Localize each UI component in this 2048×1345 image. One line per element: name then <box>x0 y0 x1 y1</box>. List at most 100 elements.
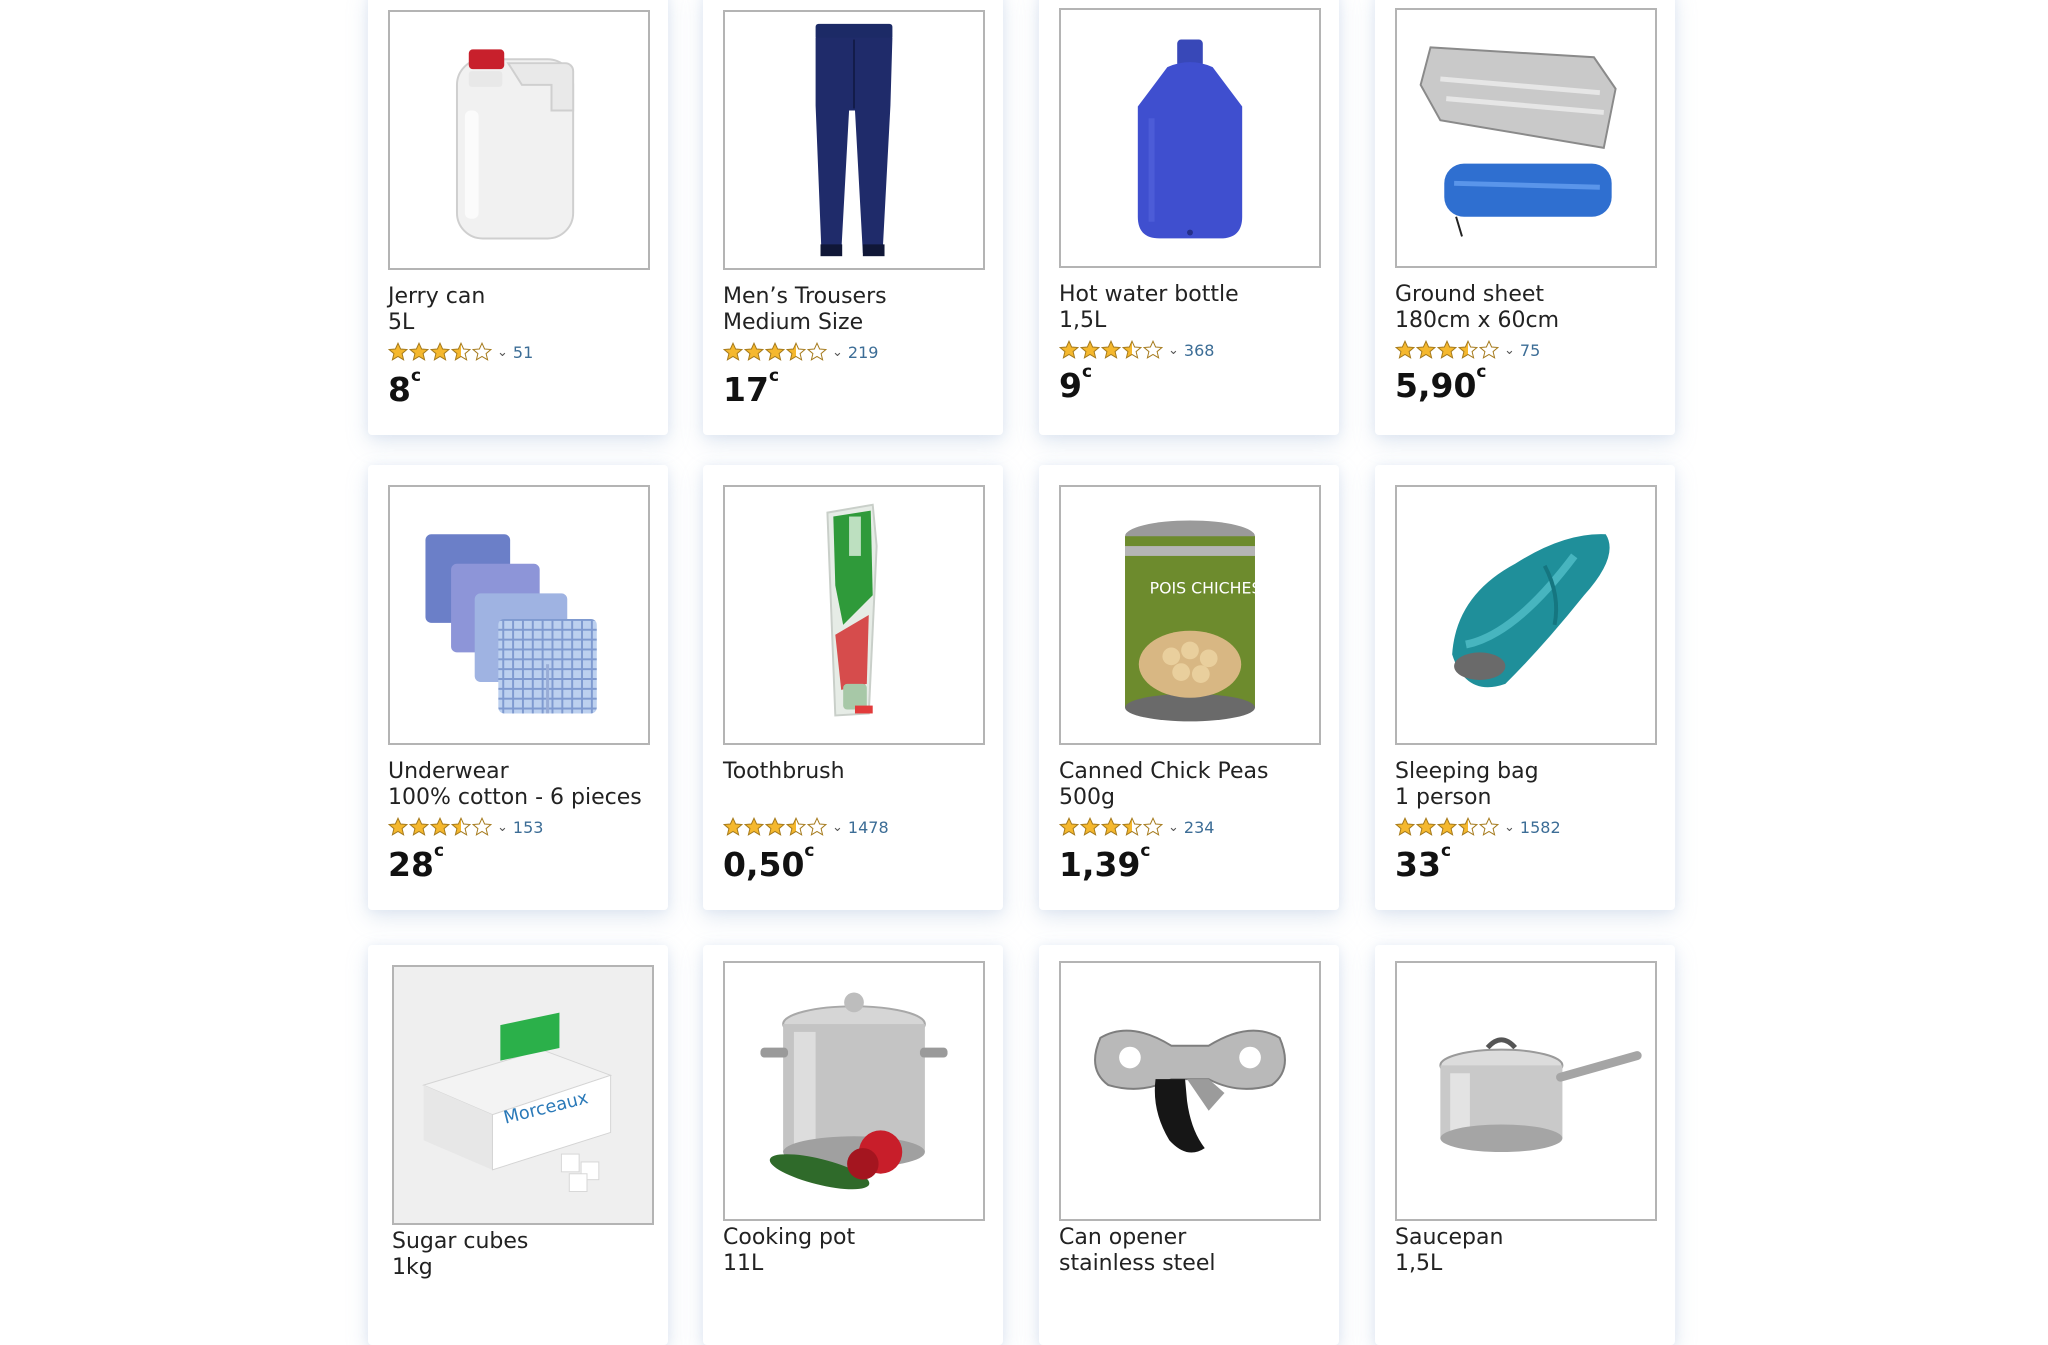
product-card[interactable]: POIS CHICHES Canned Chick Peas 500g ⌄ 23… <box>1039 465 1339 910</box>
price-currency: c <box>1081 362 1093 382</box>
product-image[interactable] <box>1059 8 1321 268</box>
product-title[interactable]: Hot water bottle 1,5L <box>1059 282 1339 334</box>
product-price: 1,39c <box>1059 841 1151 884</box>
review-count[interactable]: 75 <box>1520 341 1540 360</box>
price-currency: c <box>410 366 422 386</box>
product-rating[interactable]: ⌄ 368 <box>1059 338 1214 362</box>
chevron-down-icon: ⌄ <box>1504 342 1515 358</box>
price-value: 1,39 <box>1059 845 1141 884</box>
star-icon <box>1101 340 1121 359</box>
review-count[interactable]: 234 <box>1184 818 1215 837</box>
review-count[interactable]: 368 <box>1184 341 1215 360</box>
can-opener-icon <box>1094 1029 1286 1153</box>
star-icon <box>451 342 471 361</box>
product-title[interactable]: Jerry can 5L <box>388 284 668 336</box>
rating-stars <box>723 817 828 837</box>
product-image[interactable] <box>1395 485 1657 745</box>
product-rating[interactable]: ⌄ 75 <box>1395 338 1540 362</box>
product-title[interactable]: Saucepan 1,5L <box>1395 1225 1675 1277</box>
review-count[interactable]: 1582 <box>1520 818 1561 837</box>
product-image[interactable]: Morceaux <box>392 965 654 1225</box>
review-count[interactable]: 1478 <box>848 818 889 837</box>
product-card[interactable]: Underwear 100% cotton - 6 pieces ⌄ 153 2… <box>368 465 668 910</box>
product-image[interactable] <box>1395 961 1657 1221</box>
rating-stars <box>723 342 828 362</box>
star-icon <box>1416 817 1436 836</box>
hot-water-bottle-icon <box>1137 39 1243 239</box>
star-icon <box>409 342 429 361</box>
price-value: 33 <box>1395 845 1441 884</box>
product-card[interactable]: Cooking pot 11L <box>703 945 1003 1345</box>
product-card[interactable]: Hot water bottle 1,5L ⌄ 368 9c <box>1039 0 1339 435</box>
product-rating[interactable]: ⌄ 51 <box>388 340 533 364</box>
chevron-down-icon: ⌄ <box>832 819 843 835</box>
star-icon <box>472 342 492 361</box>
product-rating[interactable]: ⌄ 1582 <box>1395 815 1561 839</box>
product-card[interactable]: Toothbrush ⌄ 1478 0,50c <box>703 465 1003 910</box>
star-icon <box>1479 340 1499 359</box>
star-icon <box>451 817 471 836</box>
product-title[interactable]: Canned Chick Peas 500g <box>1059 759 1339 811</box>
star-icon <box>1059 817 1079 836</box>
star-icon <box>430 342 450 361</box>
star-icon <box>388 342 408 361</box>
rating-stars <box>388 342 493 362</box>
product-rating[interactable]: ⌄ 1478 <box>723 815 889 839</box>
product-card[interactable]: Sleeping bag 1 person ⌄ 1582 33c <box>1375 465 1675 910</box>
product-price: 17c <box>723 366 779 409</box>
product-title[interactable]: Sleeping bag 1 person <box>1395 759 1675 811</box>
product-price: 8c <box>388 366 421 409</box>
product-image[interactable] <box>388 485 650 745</box>
saucepan-icon <box>1439 1037 1642 1153</box>
product-image[interactable]: POIS CHICHES <box>1059 485 1321 745</box>
product-title[interactable]: Toothbrush <box>723 759 1003 785</box>
product-card[interactable]: Saucepan 1,5L <box>1375 945 1675 1345</box>
product-image[interactable] <box>723 10 985 270</box>
product-title[interactable]: Sugar cubes 1kg <box>392 1229 668 1281</box>
product-card[interactable]: Morceaux Sugar cubes 1kg <box>368 945 668 1345</box>
review-count[interactable]: 153 <box>513 818 544 837</box>
star-icon <box>723 342 743 361</box>
price-currency: c <box>1476 362 1487 382</box>
star-icon <box>1437 817 1457 836</box>
star-icon <box>1479 817 1499 836</box>
product-title[interactable]: Cooking pot 11L <box>723 1225 1003 1277</box>
star-icon <box>1122 817 1142 836</box>
product-rating[interactable]: ⌄ 153 <box>388 815 543 839</box>
product-image[interactable] <box>1395 8 1657 268</box>
star-icon <box>388 817 408 836</box>
price-currency: c <box>768 366 780 386</box>
product-card[interactable]: Can opener stainless steel <box>1039 945 1339 1345</box>
product-title[interactable]: Men’s Trousers Medium Size <box>723 284 1003 336</box>
product-title[interactable]: Ground sheet 180cm x 60cm <box>1395 282 1675 334</box>
chevron-down-icon: ⌄ <box>832 344 843 360</box>
product-image[interactable] <box>388 10 650 270</box>
star-icon <box>765 817 785 836</box>
star-icon <box>1416 340 1436 359</box>
product-rating[interactable]: ⌄ 219 <box>723 340 878 364</box>
product-image[interactable] <box>723 485 985 745</box>
product-card[interactable]: Ground sheet 180cm x 60cm ⌄ 75 5,90c <box>1375 0 1675 435</box>
rating-stars <box>1395 817 1500 837</box>
product-title[interactable]: Underwear 100% cotton - 6 pieces <box>388 759 668 811</box>
product-card[interactable]: Jerry can 5L ⌄ 51 8c <box>368 0 668 435</box>
review-count[interactable]: 219 <box>848 343 879 362</box>
toothbrush-icon <box>826 503 878 717</box>
price-currency: c <box>433 841 445 861</box>
product-rating[interactable]: ⌄ 234 <box>1059 815 1214 839</box>
product-price: 33c <box>1395 841 1451 884</box>
product-title[interactable]: Can opener stainless steel <box>1059 1225 1339 1277</box>
star-icon <box>723 817 743 836</box>
star-icon <box>1437 340 1457 359</box>
review-count[interactable]: 51 <box>513 343 533 362</box>
price-value: 5,90 <box>1395 366 1477 405</box>
rating-stars <box>1059 340 1164 360</box>
star-icon <box>807 342 827 361</box>
jerry-can-icon <box>455 49 575 240</box>
chevron-down-icon: ⌄ <box>1168 342 1179 358</box>
product-card[interactable]: Men’s Trousers Medium Size ⌄ 219 17c <box>703 0 1003 435</box>
product-image[interactable] <box>723 961 985 1221</box>
chevron-down-icon: ⌄ <box>1168 819 1179 835</box>
star-icon <box>472 817 492 836</box>
product-image[interactable] <box>1059 961 1321 1221</box>
